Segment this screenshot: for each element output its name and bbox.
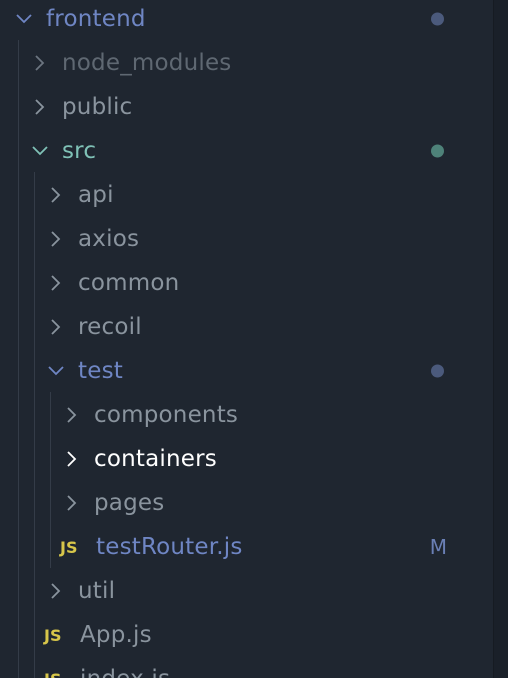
tree-item-components[interactable]: components <box>0 393 494 437</box>
tree-item-node-modules[interactable]: node_modules <box>0 41 494 85</box>
tree-item-pages[interactable]: pages <box>0 481 494 525</box>
tree-item-label: testRouter.js <box>96 534 243 560</box>
tree-item-label: api <box>78 182 114 208</box>
chevron-right-icon <box>32 52 48 74</box>
tree-item-label: components <box>94 402 239 428</box>
modified-dot-icon <box>431 12 444 26</box>
tree-item-label: src <box>62 138 97 164</box>
tree-item-common[interactable]: common <box>0 261 494 305</box>
tree-item-index-js[interactable]: JS index.js <box>0 657 494 678</box>
tree-item-label: axios <box>78 226 140 252</box>
modified-dot-icon <box>431 364 444 378</box>
tree-item-label: App.js <box>80 622 152 648</box>
tree-item-label: index.js <box>80 666 170 678</box>
chevron-right-icon <box>32 96 48 118</box>
tree-item-recoil[interactable]: recoil <box>0 305 494 349</box>
tree-item-label: containers <box>94 446 217 472</box>
javascript-file-icon: JS <box>44 670 74 678</box>
tree-item-label: util <box>78 578 116 604</box>
chevron-right-icon <box>64 404 80 426</box>
chevron-right-icon <box>48 184 64 206</box>
javascript-file-icon: JS <box>44 625 62 645</box>
tree-item-public[interactable]: public <box>0 85 494 129</box>
javascript-file-icon: JS <box>60 537 78 557</box>
chevron-right-icon <box>48 272 64 294</box>
chevron-right-icon <box>48 580 64 602</box>
chevron-right-icon <box>64 448 80 470</box>
untracked-dot-icon <box>431 144 444 158</box>
tree-item-label: frontend <box>46 6 146 32</box>
tree-item-label: common <box>78 270 180 296</box>
chevron-down-icon <box>16 8 32 30</box>
chevron-right-icon <box>64 492 80 514</box>
vertical-scrollbar[interactable] <box>493 0 508 678</box>
chevron-down-icon <box>32 140 48 162</box>
tree-item-src[interactable]: src <box>0 129 494 173</box>
tree-item-frontend[interactable]: frontend <box>0 0 494 41</box>
tree-item-label: pages <box>94 490 165 516</box>
tree-item-util[interactable]: util <box>0 569 494 613</box>
tree-item-test[interactable]: test <box>0 349 494 393</box>
chevron-down-icon <box>48 360 64 382</box>
tree-item-containers[interactable]: containers <box>0 437 494 481</box>
tree-item-app-js[interactable]: JS App.js <box>0 613 494 657</box>
git-modified-status: M <box>429 535 447 559</box>
tree-item-label: public <box>62 94 133 120</box>
tree-item-axios[interactable]: axios <box>0 217 494 261</box>
tree-item-label: test <box>78 358 123 384</box>
tree-item-label: node_modules <box>62 50 232 76</box>
tree-item-label: recoil <box>78 314 142 340</box>
chevron-right-icon <box>48 316 64 338</box>
file-explorer-tree: frontend node_modules public src api axi… <box>0 0 508 678</box>
chevron-right-icon <box>48 228 64 250</box>
tree-item-testrouter-js[interactable]: JS testRouter.js M <box>0 525 494 569</box>
tree-item-api[interactable]: api <box>0 173 494 217</box>
